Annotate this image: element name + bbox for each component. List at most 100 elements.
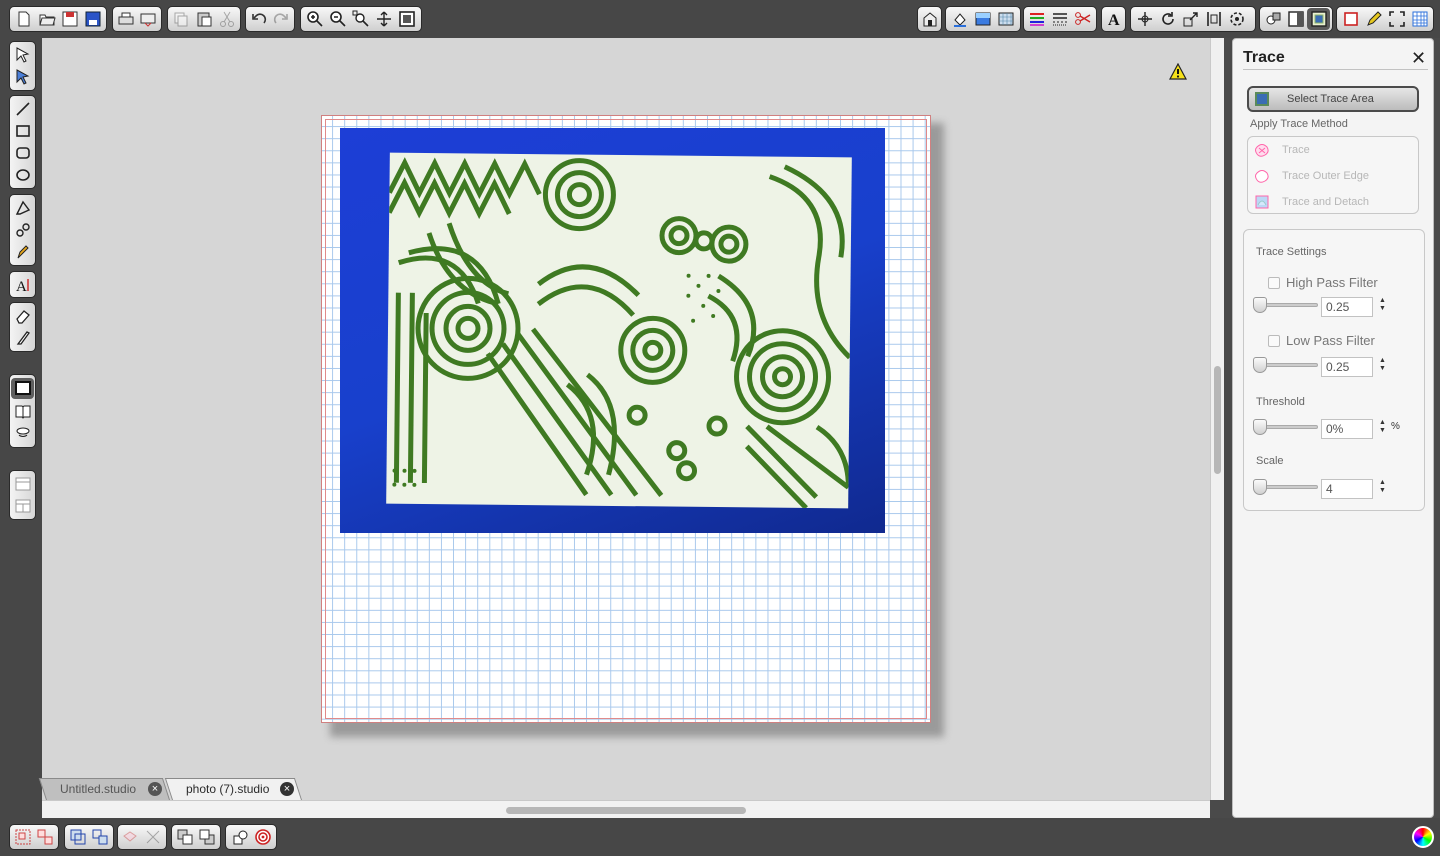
group-icon[interactable]	[12, 826, 34, 848]
print-icon[interactable]	[115, 8, 137, 30]
release-compound-path-icon[interactable]	[89, 826, 111, 848]
knife-tool-icon[interactable]	[11, 328, 34, 349]
fill-gradient-icon[interactable]	[971, 8, 994, 30]
tab-untitled[interactable]: Untitled.studio ×	[46, 778, 170, 800]
horizontal-scrollbar[interactable]	[42, 800, 1210, 818]
new-file-icon[interactable]	[12, 8, 35, 30]
checkbox-box[interactable]	[1268, 276, 1280, 289]
slider-knob[interactable]	[1253, 357, 1267, 373]
zoom-out-icon[interactable]	[326, 8, 349, 30]
vertical-scroll-thumb[interactable]	[1214, 366, 1221, 474]
zoom-in-icon[interactable]	[303, 8, 326, 30]
freehand-tool-icon[interactable]	[11, 242, 34, 263]
grid-icon[interactable]	[1408, 8, 1431, 30]
open-file-icon[interactable]	[35, 8, 58, 30]
trace-method-outer-edge[interactable]: Trace Outer Edge	[1248, 163, 1418, 189]
checkbox-box[interactable]	[1268, 334, 1280, 347]
shape-icon[interactable]	[228, 826, 251, 848]
store-view-tool-icon[interactable]	[11, 423, 34, 445]
high-pass-value-field[interactable]: 0.25	[1321, 297, 1373, 317]
slider-knob[interactable]	[1253, 419, 1267, 435]
line-tool-icon[interactable]	[11, 99, 34, 120]
vertical-scrollbar[interactable]	[1210, 38, 1224, 800]
make-compound-path-icon[interactable]	[67, 826, 89, 848]
high-pass-stepper[interactable]: ▲ ▼	[1379, 297, 1386, 313]
fit-to-window-icon[interactable]	[395, 8, 418, 30]
close-icon[interactable]: ✕	[1411, 49, 1426, 67]
eraser-tool-icon[interactable]	[11, 306, 34, 327]
horizontal-scroll-thumb[interactable]	[506, 807, 746, 814]
design-page-icon[interactable]	[920, 8, 939, 30]
offset-icon[interactable]	[142, 826, 164, 848]
fill-pattern-icon[interactable]	[994, 8, 1017, 30]
slider-knob[interactable]	[1253, 479, 1267, 495]
fullscreen-icon[interactable]	[1385, 8, 1408, 30]
canvas-workspace[interactable]	[42, 38, 1210, 800]
select-tool-icon[interactable]	[11, 45, 34, 66]
cutting-mat-page[interactable]	[321, 115, 931, 723]
line-color-icon[interactable]	[1026, 8, 1049, 30]
send-to-back-icon[interactable]	[196, 826, 218, 848]
undo-icon[interactable]	[248, 8, 270, 30]
high-pass-slider[interactable]	[1253, 297, 1318, 313]
trace-method-trace[interactable]: Trace	[1248, 137, 1418, 163]
page-setup-icon[interactable]	[1285, 8, 1308, 30]
trace-panel-icon[interactable]	[1307, 8, 1331, 30]
low-pass-slider[interactable]	[1253, 357, 1318, 373]
library-icon[interactable]	[1262, 8, 1285, 30]
threshold-stepper[interactable]: ▲ ▼	[1379, 419, 1386, 435]
low-pass-stepper[interactable]: ▲ ▼	[1379, 357, 1386, 373]
page-view-tool-icon[interactable]	[11, 377, 34, 400]
scale-stepper[interactable]: ▲ ▼	[1379, 479, 1386, 495]
tab-photo-7[interactable]: photo (7).studio ×	[172, 778, 302, 800]
library-view-tool-icon[interactable]	[11, 400, 34, 422]
slider-knob[interactable]	[1253, 297, 1267, 313]
text-style-icon[interactable]: A	[1104, 8, 1123, 30]
align-icon[interactable]	[1202, 8, 1225, 30]
rotate-icon[interactable]	[1156, 8, 1179, 30]
zoom-selection-icon[interactable]	[349, 8, 372, 30]
redo-icon[interactable]	[270, 8, 292, 30]
sketch-pen-icon[interactable]	[1362, 8, 1385, 30]
tab-close-icon[interactable]: ×	[148, 782, 162, 796]
cut-settings-icon[interactable]	[1071, 8, 1094, 30]
threshold-slider[interactable]	[1253, 419, 1318, 435]
scale-value-field[interactable]: 4	[1321, 479, 1373, 499]
replicate-icon[interactable]	[1225, 8, 1248, 30]
tab-close-icon[interactable]: ×	[280, 782, 294, 796]
high-pass-filter-checkbox[interactable]: High Pass Filter	[1268, 275, 1378, 290]
single-view-icon[interactable]	[11, 474, 34, 495]
polygon-tool-icon[interactable]	[11, 198, 34, 219]
curve-tool-icon[interactable]	[11, 220, 34, 241]
copy-icon[interactable]	[170, 8, 193, 30]
scale-icon[interactable]	[1179, 8, 1202, 30]
imported-photo[interactable]	[340, 128, 885, 533]
low-pass-value-field[interactable]: 0.25	[1321, 357, 1373, 377]
rectangle-tool-icon[interactable]	[11, 121, 34, 142]
ungroup-icon[interactable]	[34, 826, 56, 848]
low-pass-filter-checkbox[interactable]: Low Pass Filter	[1268, 333, 1375, 348]
text-tool-icon[interactable]: A	[11, 275, 34, 295]
scale-slider[interactable]	[1253, 479, 1318, 495]
fill-color-icon[interactable]	[948, 8, 971, 30]
line-style-icon[interactable]	[1049, 8, 1072, 30]
color-wheel-icon[interactable]	[1412, 826, 1434, 848]
send-to-cutter-icon[interactable]	[137, 8, 159, 30]
ellipse-tool-icon[interactable]	[11, 165, 34, 186]
save-icon[interactable]	[58, 8, 81, 30]
edit-points-tool-icon[interactable]	[11, 67, 34, 88]
cut-border-icon[interactable]	[1339, 8, 1362, 30]
paste-icon[interactable]	[193, 8, 216, 30]
move-icon[interactable]	[1133, 8, 1156, 30]
rounded-rectangle-tool-icon[interactable]	[11, 143, 34, 164]
bring-to-front-icon[interactable]	[174, 826, 196, 848]
select-trace-area-button[interactable]: Select Trace Area	[1247, 86, 1419, 112]
pan-icon[interactable]	[372, 8, 395, 30]
split-view-icon[interactable]	[11, 496, 34, 517]
target-icon[interactable]	[251, 826, 274, 848]
trace-method-detach[interactable]: Trace and Detach	[1248, 189, 1418, 215]
warning-icon[interactable]	[1169, 63, 1187, 81]
cut-icon[interactable]	[215, 8, 238, 30]
threshold-value-field[interactable]: 0%	[1321, 419, 1373, 439]
save-to-library-icon[interactable]	[81, 8, 104, 30]
